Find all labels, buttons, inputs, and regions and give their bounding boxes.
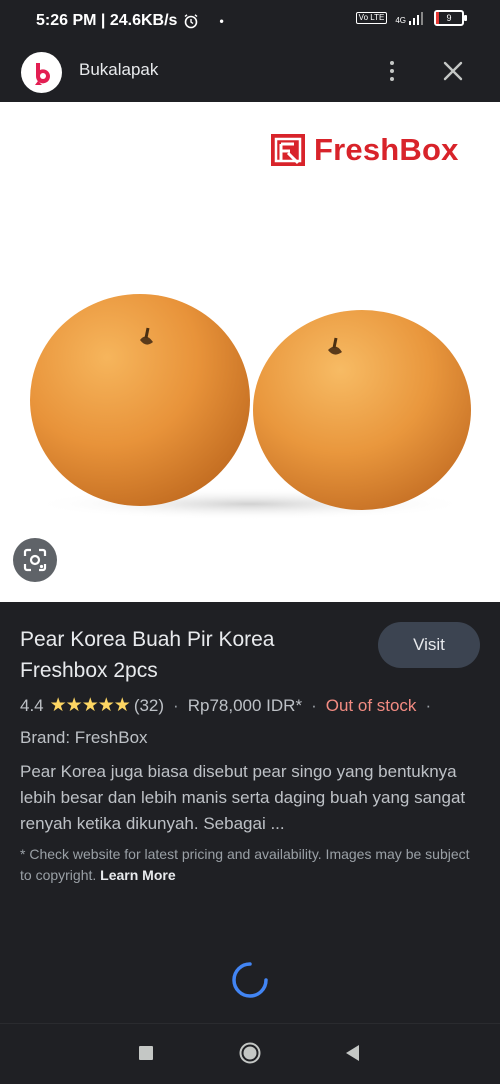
separator-dot: · [173,695,179,715]
separator-dot: · [425,695,432,715]
freshbox-logo-text: FreshBox [314,132,459,167]
status-dot: • [219,14,224,28]
status-bar: 5:26 PM | 24.6KB/s • Vo LTE 4G 9 [0,0,500,44]
disclaimer: * Check website for latest pricing and a… [20,844,480,886]
product-image[interactable]: FreshBox [0,102,500,602]
close-icon[interactable] [440,58,466,84]
rating-stars: ★★★★★ [49,695,131,716]
loading-spinner-icon [232,962,268,998]
visit-button[interactable]: Visit [378,622,480,668]
alarm-icon [184,14,198,29]
disclaimer-text: * Check website for latest pricing and a… [20,846,470,883]
signal-icon: 4G [395,11,426,25]
product-description: Pear Korea juga biasa disebut pear singo… [20,762,466,833]
signal-bars-icon [409,12,423,25]
freshbox-logo: FreshBox [270,132,459,168]
product-meta-row: 4.4 ★★★★★ (32) · Rp78,000 IDR* · Out of … [20,694,440,717]
freshbox-logo-icon [271,134,305,166]
status-right: Vo LTE 4G 9 [355,10,467,26]
stock-status: Out of stock [325,695,417,715]
battery-icon: 9 [434,10,467,26]
status-left: 5:26 PM | 24.6KB/s • [36,12,224,30]
brand-label: Brand: FreshBox [20,728,148,747]
status-time-speed: 5:26 PM | 24.6KB/s [36,12,178,29]
more-vert-icon[interactable] [382,56,402,86]
pears-image [30,294,471,520]
home-circle-icon[interactable] [239,1042,261,1064]
app-title: Bukalapak [79,60,159,79]
volte-icon: Vo LTE [355,12,388,24]
learn-more-link[interactable]: Learn More [100,867,175,883]
network-type: 4G [395,16,406,25]
rating-value: 4.4 [20,695,44,715]
separator-dot: · [311,695,317,715]
product-title: Pear Korea Buah Pir Korea Freshbox 2pcs [20,628,275,682]
google-lens-button[interactable] [13,538,57,582]
back-triangle-icon[interactable] [343,1043,361,1063]
review-count: (32) [133,695,165,715]
recents-square-icon[interactable] [139,1046,153,1060]
bukalapak-logo [21,52,62,93]
app-bar: Bukalapak [0,44,500,102]
price: Rp78,000 IDR* [187,695,303,715]
navigation-bar [0,1023,500,1084]
bukalapak-logo-icon [34,62,50,85]
google-lens-icon [23,548,47,572]
